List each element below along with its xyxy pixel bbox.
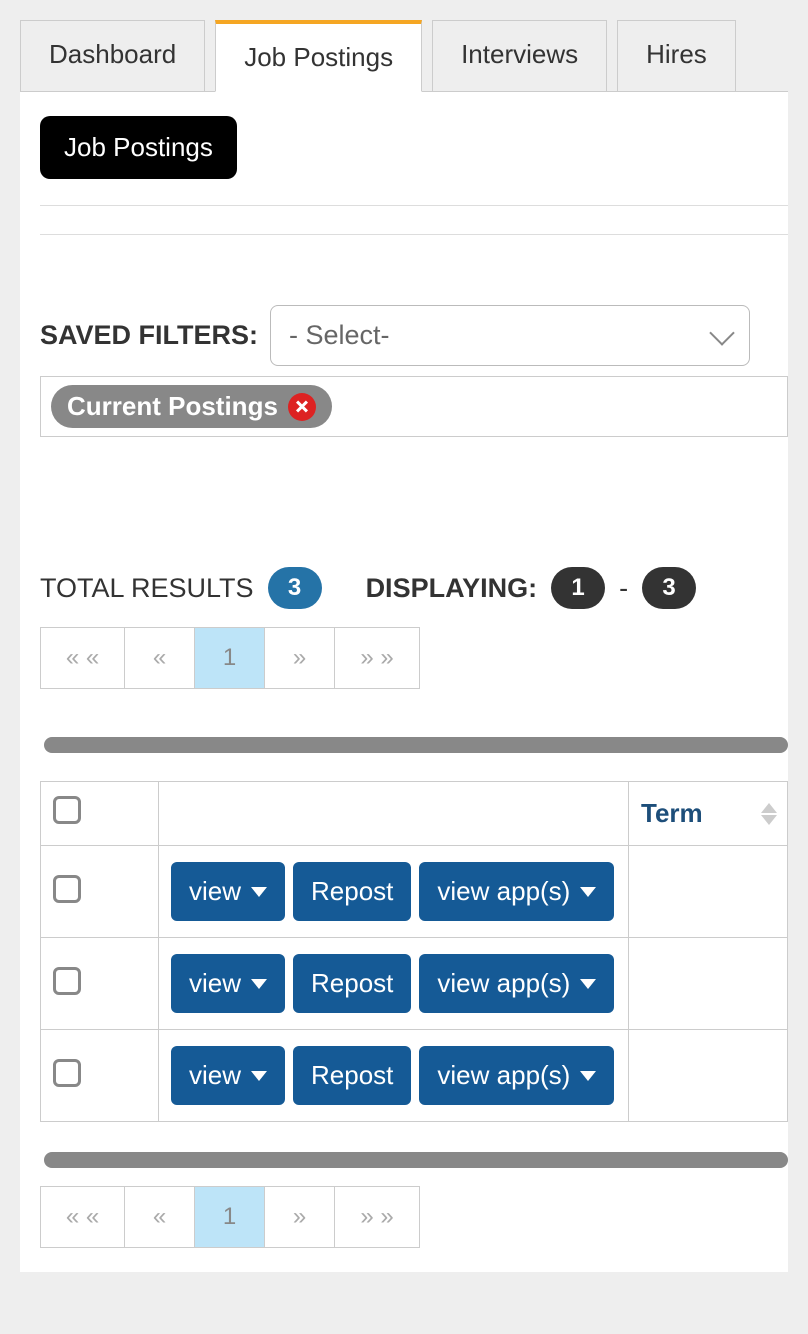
sort-icon <box>761 803 777 825</box>
horizontal-scrollbar[interactable] <box>44 1152 788 1168</box>
tab-interviews[interactable]: Interviews <box>432 20 607 92</box>
displaying-dash: - <box>619 573 628 604</box>
tab-hires[interactable]: Hires <box>617 20 736 92</box>
term-cell <box>629 1030 788 1122</box>
displaying-to: 3 <box>642 567 696 609</box>
close-icon[interactable] <box>288 393 316 421</box>
tabs-bar: Dashboard Job Postings Interviews Hires <box>20 20 788 92</box>
active-filters-row: Current Postings <box>40 376 788 437</box>
table-row: view Repost view app(s) <box>41 846 788 938</box>
caret-down-icon <box>580 979 596 989</box>
view-button[interactable]: view <box>171 1046 285 1105</box>
caret-down-icon <box>251 887 267 897</box>
pager-prev[interactable]: « <box>125 628 195 688</box>
repost-button[interactable]: Repost <box>293 954 411 1013</box>
term-cell <box>629 846 788 938</box>
saved-filters-select-value: - Select- <box>289 320 390 351</box>
tab-dashboard[interactable]: Dashboard <box>20 20 205 92</box>
pager-last[interactable]: » » <box>335 628 419 688</box>
repost-button[interactable]: Repost <box>293 1046 411 1105</box>
displaying-label: DISPLAYING: <box>366 573 538 604</box>
view-button[interactable]: view <box>171 862 285 921</box>
pager-page[interactable]: 1 <box>195 1187 265 1247</box>
caret-down-icon <box>251 979 267 989</box>
divider <box>40 205 788 206</box>
repost-button[interactable]: Repost <box>293 862 411 921</box>
pager-first[interactable]: « « <box>41 628 125 688</box>
view-button[interactable]: view <box>171 954 285 1013</box>
pager-last[interactable]: » » <box>335 1187 419 1247</box>
pager-next[interactable]: » <box>265 1187 335 1247</box>
row-checkbox[interactable] <box>53 967 81 995</box>
pager-first[interactable]: « « <box>41 1187 125 1247</box>
filter-chip-current-postings: Current Postings <box>51 385 332 428</box>
header-actions-cell <box>159 782 629 846</box>
table-row: view Repost view app(s) <box>41 1030 788 1122</box>
saved-filters-select[interactable]: - Select- <box>270 305 750 366</box>
caret-down-icon <box>580 1071 596 1081</box>
job-postings-button[interactable]: Job Postings <box>40 116 237 179</box>
postings-table: Term view Repost view app(s) <box>40 781 788 1122</box>
pager-top: « « « 1 » » » <box>40 627 420 689</box>
pager-prev[interactable]: « <box>125 1187 195 1247</box>
total-results-label: TOTAL RESULTS <box>40 573 254 604</box>
divider <box>40 234 788 235</box>
chevron-down-icon <box>709 320 734 345</box>
view-apps-button[interactable]: view app(s) <box>419 1046 614 1105</box>
pager-page[interactable]: 1 <box>195 628 265 688</box>
displaying-from: 1 <box>551 567 605 609</box>
pager-bottom: « « « 1 » » » <box>40 1186 420 1248</box>
term-cell <box>629 938 788 1030</box>
row-checkbox[interactable] <box>53 875 81 903</box>
header-checkbox-cell <box>41 782 159 846</box>
row-checkbox[interactable] <box>53 1059 81 1087</box>
view-apps-button[interactable]: view app(s) <box>419 954 614 1013</box>
content-panel: Job Postings SAVED FILTERS: - Select- Cu… <box>20 91 788 1272</box>
total-results-count: 3 <box>268 567 322 609</box>
pager-next[interactable]: » <box>265 628 335 688</box>
header-term-label: Term <box>641 798 703 828</box>
caret-down-icon <box>251 1071 267 1081</box>
filter-chip-label: Current Postings <box>67 391 278 422</box>
header-term[interactable]: Term <box>629 782 788 846</box>
tab-job-postings[interactable]: Job Postings <box>215 20 422 92</box>
filters-section: SAVED FILTERS: - Select- Current Posting… <box>20 305 788 437</box>
select-all-checkbox[interactable] <box>53 796 81 824</box>
saved-filters-label: SAVED FILTERS: <box>40 320 258 351</box>
results-summary: TOTAL RESULTS 3 DISPLAYING: 1 - 3 <box>20 567 788 609</box>
view-apps-button[interactable]: view app(s) <box>419 862 614 921</box>
table-row: view Repost view app(s) <box>41 938 788 1030</box>
horizontal-scrollbar[interactable] <box>44 737 788 753</box>
caret-down-icon <box>580 887 596 897</box>
